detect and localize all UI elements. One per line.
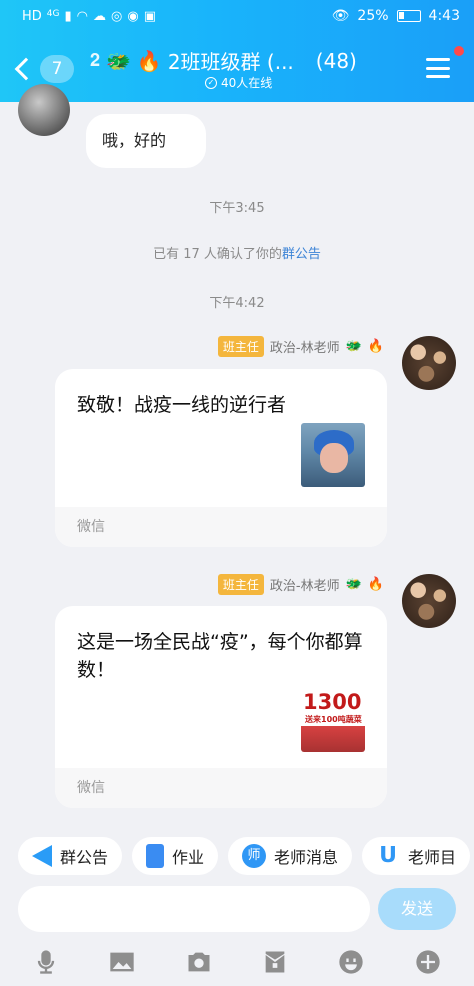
menu-line [426, 58, 450, 61]
status-left-icons: HD 4G ▮ ◠ ☁ ◎ ◉ ▣ [22, 9, 156, 24]
group-name: 2班班级群 (... [167, 50, 294, 74]
input-toolbar [0, 940, 474, 984]
teacher-icon: 师 [242, 844, 267, 868]
sender-name: 政治-林老师 [269, 341, 340, 356]
online-status: ✓ 40人在线 [205, 74, 272, 91]
app-icon: ◎ [111, 9, 123, 24]
status-bar: HD 4G ▮ ◠ ☁ ◎ ◉ ▣ 👁 25% 4:43 [0, 0, 474, 36]
quick-teacher-more-button[interactable]: ᑌ 老师目 [362, 837, 471, 875]
dragon-icon: 🐲 [345, 577, 362, 592]
fire-icon: 🔥 [367, 339, 384, 354]
signal-icon: ▮ [64, 9, 72, 24]
notification-dot [454, 46, 464, 56]
avatar[interactable] [402, 336, 456, 390]
role-badge: 班主任 [217, 336, 264, 357]
notice-confirmation: 已有 17 人确认了你的群公告 [0, 243, 474, 262]
emoji-icon[interactable] [336, 947, 366, 977]
microphone-icon[interactable] [31, 947, 61, 977]
cloud-icon: ☁ [93, 9, 106, 24]
image-icon[interactable] [107, 947, 137, 977]
sender-line: 班主任 政治-林老师 🐲 🔥 [217, 336, 384, 357]
timestamp: 下午4:42 [209, 296, 265, 311]
sender-line: 班主任 政治-林老师 🐲 🔥 [217, 574, 384, 595]
quick-actions: 群公告 作业 师 老师消息 ᑌ 老师目 [18, 837, 471, 875]
incoming-message-bubble[interactable]: 哦，好的 [86, 114, 206, 168]
menu-line [426, 66, 450, 70]
weibo-icon: ◉ [127, 9, 139, 24]
back-button[interactable]: 7 [14, 55, 74, 83]
app-icon: ▣ [143, 9, 156, 24]
menu-line [426, 75, 450, 78]
chevron-left-icon [14, 57, 38, 81]
quick-teacher-message-button[interactable]: 师 老师消息 [228, 837, 353, 875]
dragon-icon: 🐲 [106, 48, 131, 73]
quick-label: 作业 [172, 848, 205, 867]
thumb-photo [301, 726, 365, 752]
battery-percent: 25% [357, 8, 389, 24]
thumb-caption: 送来100吨蔬菜 [305, 715, 362, 724]
ear-icon: 𝟐 [90, 50, 101, 71]
dragon-icon: 🐲 [345, 339, 362, 354]
quick-label: 老师目 [408, 848, 457, 867]
avatar[interactable] [18, 84, 70, 136]
notice-text: 已有 17 人确认了你的 [153, 247, 282, 262]
avatar[interactable] [402, 574, 456, 628]
megaphone-icon [32, 845, 52, 867]
network-4g-icon: 4G [46, 9, 60, 19]
shared-article-card[interactable]: 这是一场全民战“疫”，每个你都算数！ 1300 送来100吨蔬菜 微信 [55, 606, 387, 808]
eye-icon: 👁 [331, 8, 350, 24]
article-thumbnail: 1300 送来100吨蔬菜 [301, 688, 365, 752]
u-icon: ᑌ [379, 843, 397, 868]
wifi-icon: ◠ [76, 9, 88, 24]
unread-count-badge: 7 [40, 55, 74, 83]
article-thumbnail [301, 423, 365, 487]
message-input[interactable] [18, 886, 370, 932]
menu-button[interactable] [426, 58, 450, 78]
timestamp: 下午3:45 [209, 201, 265, 216]
check-icon: ✓ [205, 76, 217, 89]
shared-article-card[interactable]: 致敬！战疫一线的逆行者 微信 [55, 369, 387, 547]
status-right: 👁 25% 4:43 [332, 8, 460, 24]
sender-name: 政治-林老师 [269, 579, 340, 594]
article-source: 微信 [55, 768, 387, 808]
quick-label: 老师消息 [274, 848, 339, 867]
clock: 4:43 [428, 8, 460, 24]
quick-label: 群公告 [60, 848, 109, 867]
thumb-number: 1300 [303, 690, 362, 714]
fire-icon: 🔥 [367, 577, 384, 592]
battery-icon [396, 10, 421, 22]
member-count: (48) [315, 48, 357, 73]
quick-homework-button[interactable]: 作业 [132, 837, 219, 875]
document-icon [146, 844, 165, 868]
online-count: 40人在线 [221, 76, 273, 90]
plus-icon[interactable] [413, 947, 443, 977]
nurse-face [320, 443, 348, 473]
article-source: 微信 [55, 507, 387, 547]
header-bar: HD 4G ▮ ◠ ☁ ◎ ◉ ▣ 👁 25% 4:43 7 𝟐 🐲 🔥 2班班… [0, 0, 474, 102]
role-badge: 班主任 [217, 574, 264, 595]
article-title: 致敬！战疫一线的逆行者 [77, 394, 287, 416]
article-title: 这是一场全民战“疫”，每个你都算数！ [77, 631, 363, 681]
quick-announcement-button[interactable]: 群公告 [18, 837, 123, 875]
send-button[interactable]: 发送 [378, 888, 456, 930]
red-packet-icon[interactable] [260, 947, 290, 977]
hd-icon: HD [22, 9, 42, 24]
fire-icon: 🔥 [136, 48, 162, 73]
notice-link[interactable]: 群公告 [282, 247, 321, 262]
group-title[interactable]: 𝟐 🐲 🔥 2班班级群 (... (48) [90, 46, 357, 75]
camera-icon[interactable] [184, 947, 214, 977]
